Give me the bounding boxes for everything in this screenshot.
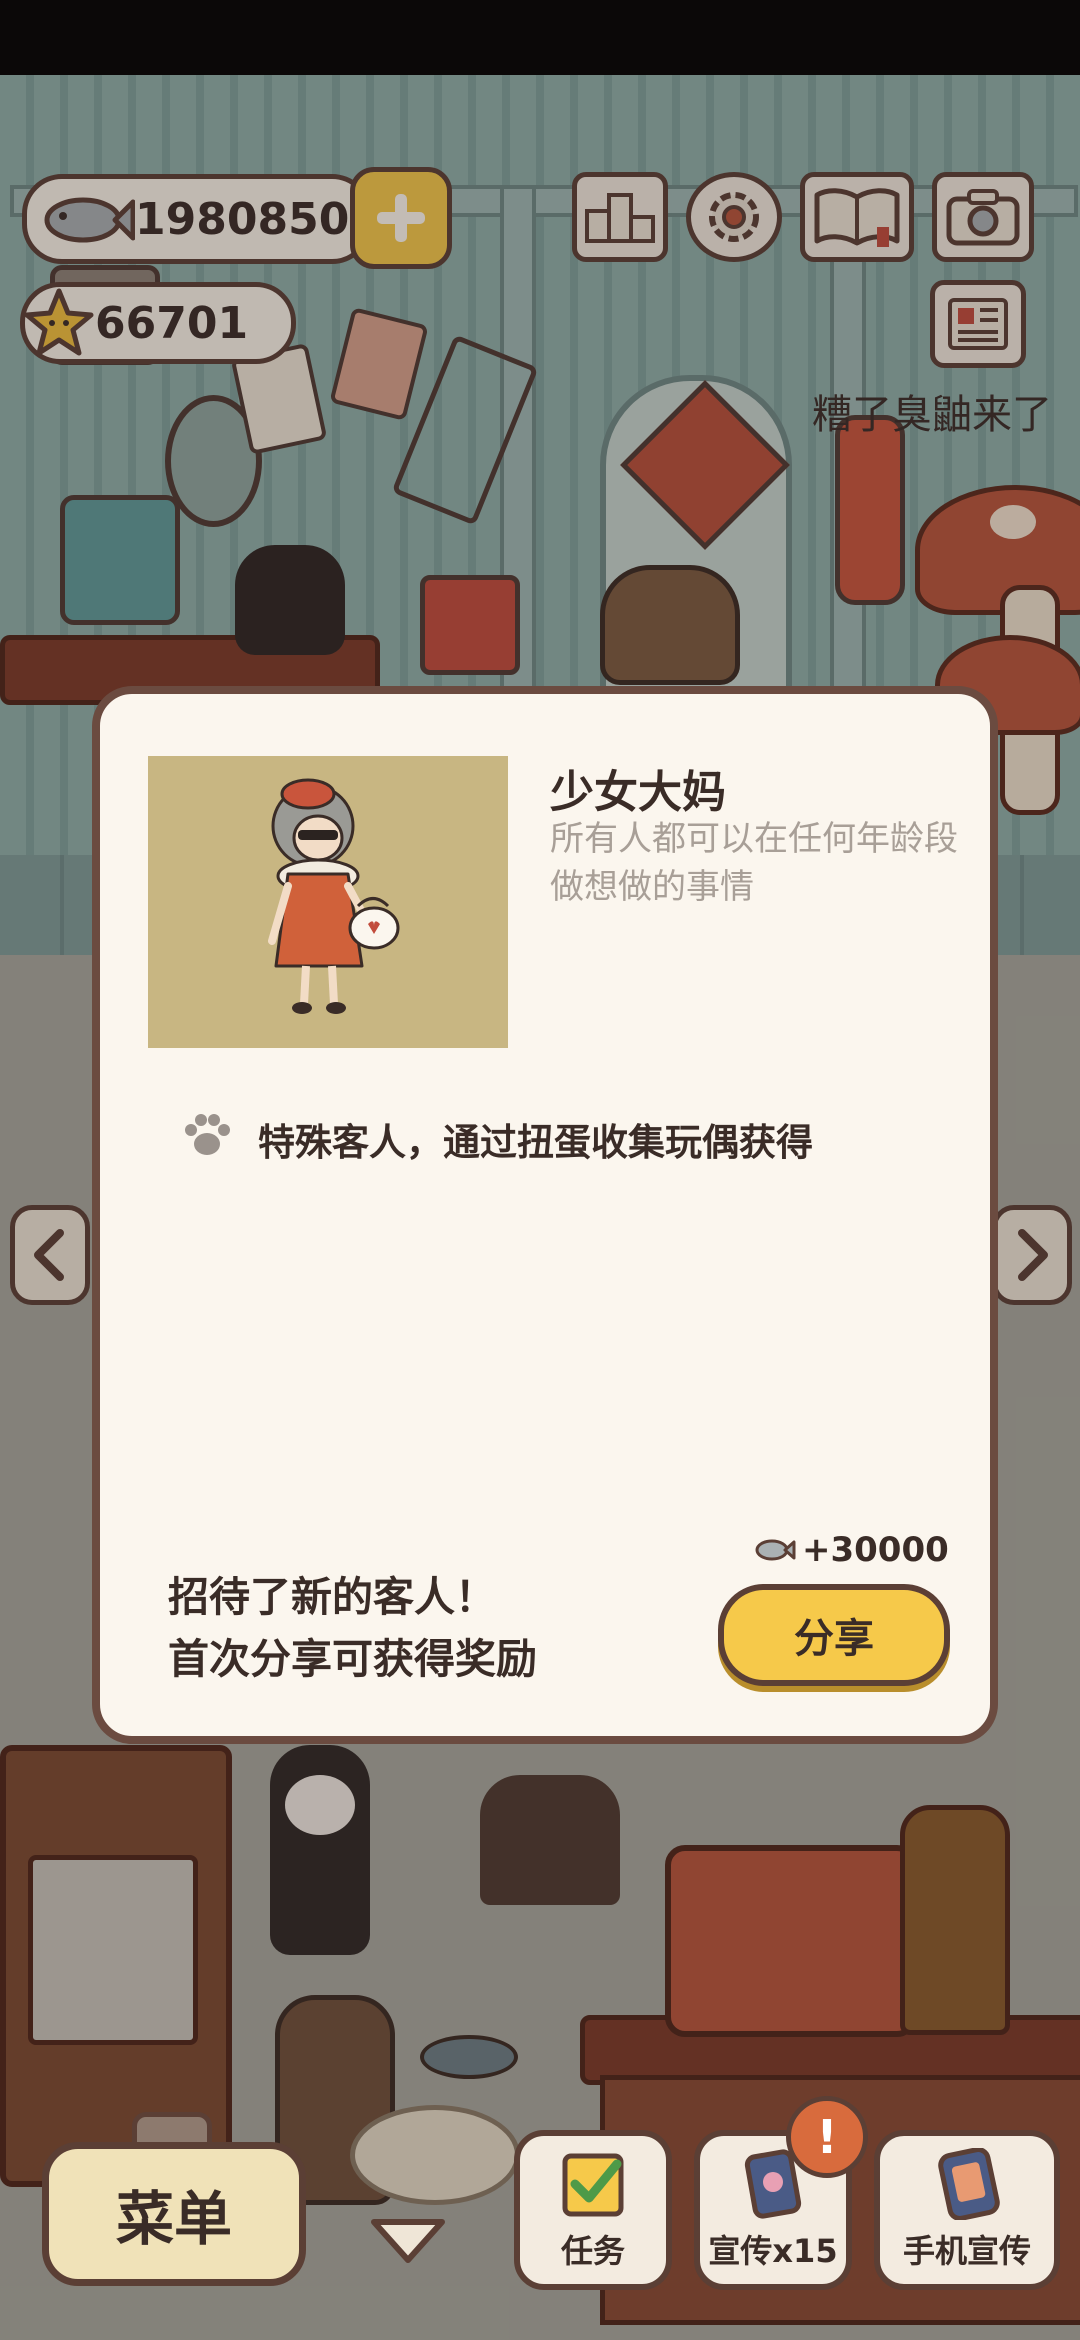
tasks-button[interactable]: 任务 [514, 2130, 672, 2290]
customer-name: 少女大妈 [550, 767, 726, 818]
customer-portrait [148, 756, 508, 1048]
footer-line-2: 首次分享可获得奖励 [168, 1635, 537, 1683]
fish-icon [755, 1539, 796, 1561]
share-reward: +30000 [752, 1530, 949, 1570]
share-button[interactable]: 分享 [718, 1584, 950, 1686]
phone-promo-label: 手机宣传 [902, 2232, 1031, 2270]
alert-badge: ! [786, 2096, 868, 2178]
phone-icon [938, 2148, 1000, 2220]
customer-source-hint: 特殊客人，通过扭蛋收集玩偶获得 [258, 1121, 813, 1164]
paw-icon [185, 1114, 230, 1155]
menu-button[interactable]: 菜单 [42, 2142, 306, 2286]
checklist-icon [562, 2153, 624, 2217]
customer-description: 所有人都可以在任何年龄段做想做的事情 [550, 819, 958, 907]
dialog-footer: 招待了新的客人！ 首次分享可获得奖励 [168, 1566, 537, 1690]
tasks-label: 任务 [560, 2232, 625, 2270]
chevron-down-icon[interactable] [368, 2214, 448, 2266]
phone-promo-button[interactable]: 手机宣传 [874, 2130, 1060, 2290]
promo-label: 宣传x15 [708, 2232, 838, 2270]
reward-amount: +30000 [802, 1530, 949, 1570]
footer-line-1: 招待了新的客人！ [168, 1573, 496, 1621]
